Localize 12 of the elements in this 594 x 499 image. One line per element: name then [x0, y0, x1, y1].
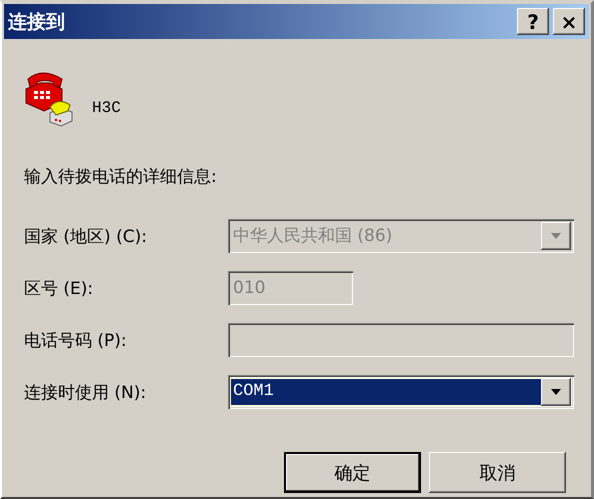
- connection-name: H3C: [92, 99, 121, 117]
- cancel-button[interactable]: 取消: [429, 452, 566, 493]
- ok-button[interactable]: 确定: [284, 452, 421, 493]
- close-button[interactable]: ×: [553, 8, 585, 35]
- instruction-text: 输入待拨电话的详细信息:: [23, 166, 218, 189]
- dropdown-field[interactable]: COM1: [228, 375, 574, 409]
- field-label: 国家 (地区) (C):: [23, 226, 148, 248]
- help-button[interactable]: ?: [517, 8, 549, 35]
- window-title: 连接到: [8, 10, 66, 34]
- field-label: 区号 (E):: [23, 278, 94, 300]
- field-label: 电话号码 (P):: [23, 330, 128, 352]
- field-label: 连接时使用 (N):: [23, 382, 148, 404]
